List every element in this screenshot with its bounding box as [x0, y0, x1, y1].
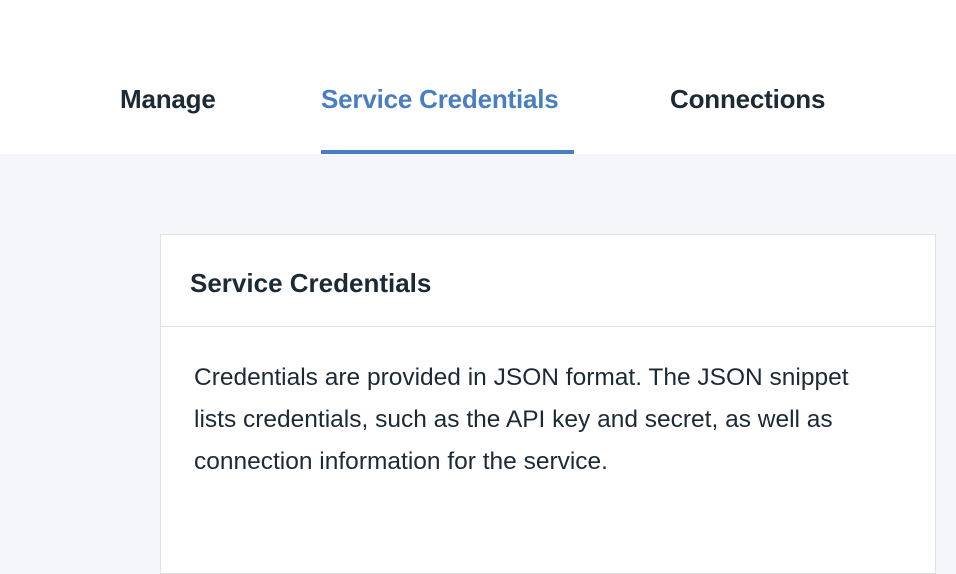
tab-connections[interactable]: Connections — [670, 84, 825, 154]
tab-bar: Manage Service Credentials Connections — [0, 0, 956, 154]
card-header: Service Credentials — [161, 235, 935, 327]
card-description: Credentials are provided in JSON format.… — [194, 364, 849, 475]
tab-manage[interactable]: Manage — [120, 84, 216, 154]
tab-service-credentials[interactable]: Service Credentials — [321, 84, 574, 154]
card-body: Credentials are provided in JSON format.… — [161, 327, 935, 483]
service-credentials-card: Service Credentials Credentials are prov… — [160, 234, 936, 574]
card-title: Service Credentials — [190, 268, 432, 298]
